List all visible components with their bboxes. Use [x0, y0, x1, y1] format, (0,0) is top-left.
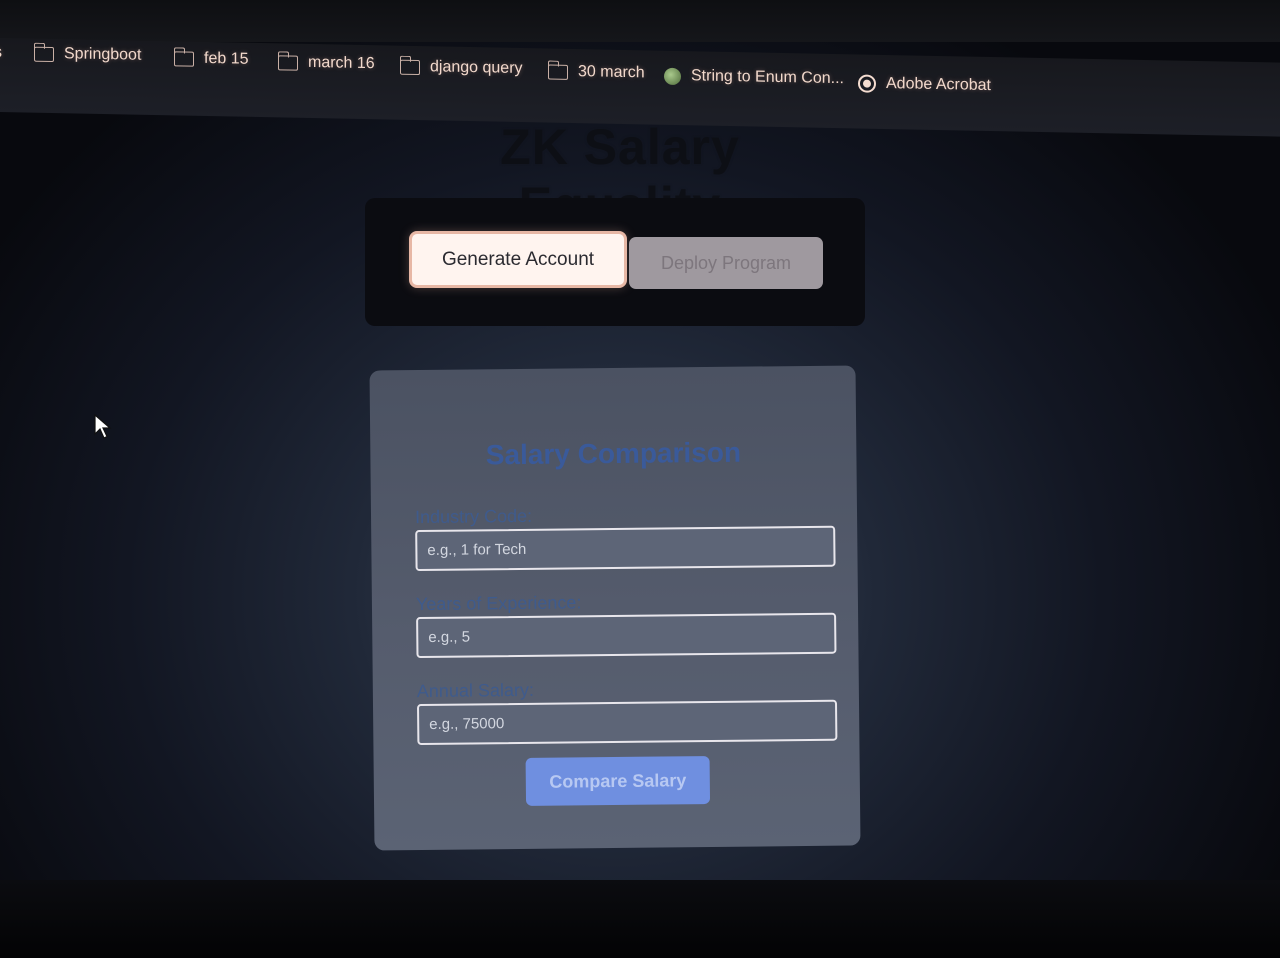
bookmark-label: django query — [430, 58, 523, 78]
folder-icon — [34, 46, 54, 62]
bookmark-springboot[interactable]: Springboot — [34, 45, 141, 65]
years-experience-input[interactable] — [416, 612, 837, 659]
bookmark-label: Springboot — [64, 45, 142, 64]
bookmark-feb-15[interactable]: feb 15 — [174, 49, 248, 68]
bookmark-string-to-enum[interactable]: String to Enum Con... — [664, 67, 844, 88]
bookmark-30-march[interactable]: 30 march — [548, 63, 645, 83]
industry-code-input[interactable] — [415, 525, 836, 572]
bookmark-item[interactable]: s — [0, 44, 2, 62]
bookmark-label: 30 march — [578, 63, 645, 82]
annual-salary-label: Annual Salary: — [416, 679, 535, 702]
industry-code-label: Industry Code: — [414, 505, 533, 528]
bookmark-label: Adobe Acrobat — [886, 75, 991, 95]
folder-icon — [548, 64, 568, 80]
bookmark-adobe-acrobat[interactable]: Adobe Acrobat — [858, 74, 991, 95]
salary-comparison-card: Salary Comparison Industry Code: Years o… — [369, 365, 861, 851]
monitor-bezel-top — [0, 0, 1280, 42]
folder-icon — [174, 50, 194, 67]
folder-icon — [278, 54, 298, 71]
monitor-bezel-bottom — [0, 880, 1280, 958]
years-experience-label: Years of Experience: — [415, 592, 582, 615]
bookmark-march-16[interactable]: march 16 — [278, 53, 375, 73]
generate-account-button[interactable]: Generate Account — [409, 231, 627, 288]
bookmark-label: march 16 — [308, 53, 375, 73]
compare-salary-button[interactable]: Compare Salary — [525, 756, 711, 806]
monitor-screen: s Springboot feb 15 march 16 django quer… — [0, 0, 1280, 958]
annual-salary-input[interactable] — [416, 699, 838, 746]
deploy-program-button[interactable]: Deploy Program — [629, 237, 823, 289]
bookmark-label: String to Enum Con... — [691, 67, 844, 88]
folder-icon — [400, 59, 420, 75]
bookmark-django-query[interactable]: django query — [400, 58, 523, 78]
bookmark-label: feb 15 — [204, 49, 249, 68]
globe-icon — [858, 74, 876, 93]
bookmark-label: s — [0, 43, 2, 62]
form-title: Salary Comparison — [485, 436, 742, 471]
site-favicon-icon — [664, 67, 681, 85]
